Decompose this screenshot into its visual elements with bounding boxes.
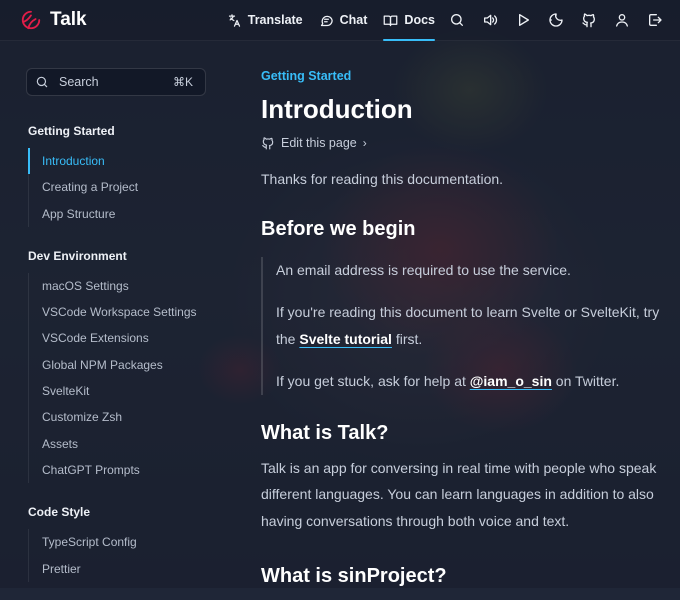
account-button[interactable] — [611, 0, 633, 40]
intro-text: Thanks for reading this documentation. — [261, 171, 504, 187]
sidebar-item-app-structure[interactable]: App Structure — [28, 201, 228, 227]
search-button[interactable] — [446, 0, 468, 40]
sidebar-item-vscode-extensions[interactable]: VSCode Extensions — [28, 325, 228, 351]
search-placeholder: Search — [59, 75, 99, 89]
logout-icon — [649, 14, 662, 26]
sidebar-group-code-style: Code Style TypeScript Config Prettier — [28, 501, 228, 582]
user-icon — [616, 14, 628, 27]
book-icon — [384, 15, 398, 26]
sidebar-group-title: Dev Environment — [28, 248, 127, 263]
sidebar-item-typescript-config[interactable]: TypeScript Config — [28, 529, 228, 555]
top-header: Talk Translate Chat Docs — [0, 0, 680, 41]
edit-page-label: Edit this page — [281, 136, 357, 150]
sidebar-item-customize-zsh[interactable]: Customize Zsh — [28, 404, 228, 430]
sidebar: Getting Started Introduction Creating a … — [28, 120, 228, 600]
quote-line-help: If you get stuck, ask for help at @iam_o… — [276, 368, 661, 395]
sidebar-item-macos-settings[interactable]: macOS Settings — [28, 273, 228, 299]
sidebar-group-title: Code Style — [28, 505, 91, 520]
nav-docs[interactable]: Docs — [383, 0, 435, 41]
sidebar-item-list: macOS Settings VSCode Workspace Settings… — [28, 272, 228, 484]
logo-mark — [21, 10, 41, 30]
top-nav: Translate Chat Docs — [211, 0, 666, 41]
twitter-handle-link[interactable]: @iam_o_sin — [470, 373, 552, 389]
quote-line-email: An email address is required to use the … — [276, 262, 571, 278]
nav-translate[interactable]: Translate — [227, 0, 303, 40]
nav-chat-label: Chat — [339, 13, 368, 27]
section-eyebrow: Getting Started — [261, 69, 352, 83]
speaker-button[interactable] — [479, 0, 501, 40]
sidebar-item-vscode-workspace-settings[interactable]: VSCode Workspace Settings — [28, 299, 228, 325]
moon-icon — [549, 13, 563, 27]
quote-line-tutorial: If you're reading this document to learn… — [276, 299, 661, 353]
svelte-tutorial-link[interactable]: Svelte tutorial — [299, 331, 392, 347]
github-button[interactable] — [578, 0, 600, 40]
logo-link[interactable]: Talk — [20, 9, 87, 31]
heading-what-is-sinproject: What is sinProject? — [261, 564, 447, 587]
sidebar-item-global-npm-packages[interactable]: Global NPM Packages — [28, 352, 228, 378]
github-icon — [262, 137, 274, 150]
sidebar-item-sveltekit[interactable]: SvelteKit — [28, 378, 228, 404]
main-content: Getting Started Introduction Edit this p… — [261, 66, 661, 590]
quote-text: first. — [391, 331, 423, 347]
quote-text: on Twitter. — [551, 373, 620, 389]
quote-text: If you get stuck, ask for help at — [276, 373, 470, 389]
chevron-right-icon: › — [362, 136, 367, 150]
app-name: Talk — [50, 9, 87, 30]
nav-docs-label: Docs — [404, 13, 435, 27]
nav-translate-label: Translate — [247, 13, 303, 27]
heading-what-is-talk: What is Talk? — [261, 422, 389, 444]
blockquote: An email address is required to use the … — [261, 257, 661, 395]
page-title: Introduction — [261, 94, 413, 124]
search-shortcut: ⌘K — [172, 75, 193, 89]
sidebar-item-introduction[interactable]: Introduction — [28, 148, 228, 175]
sidebar-item-creating-a-project[interactable]: Creating a Project — [28, 174, 228, 200]
search-icon — [451, 14, 463, 26]
logout-button[interactable] — [644, 0, 666, 40]
translate-icon — [228, 13, 240, 27]
play-icon — [519, 14, 529, 26]
sidebar-item-chatgpt-prompts[interactable]: ChatGPT Prompts — [28, 457, 228, 483]
speaker-icon — [484, 14, 498, 26]
github-icon — [582, 13, 595, 28]
sidebar-item-assets[interactable]: Assets — [28, 431, 228, 457]
what-is-talk-text: Talk is an app for conversing in real ti… — [261, 460, 657, 529]
nav-chat[interactable]: Chat — [319, 0, 368, 40]
sidebar-item-list: TypeScript Config Prettier — [28, 529, 228, 582]
chat-icon — [320, 15, 333, 26]
edit-page-link[interactable]: Edit this page › — [261, 134, 661, 152]
play-button[interactable] — [512, 0, 534, 40]
sidebar-group-title: Getting Started — [28, 124, 115, 138]
search-icon — [36, 76, 48, 88]
sidebar-group-dev-environment: Dev Environment macOS Settings VSCode Wo… — [28, 245, 228, 484]
heading-before-we-begin: Before we begin — [261, 218, 416, 240]
sidebar-item-prettier[interactable]: Prettier — [28, 556, 228, 582]
sidebar-group-getting-started: Getting Started Introduction Creating a … — [28, 120, 228, 227]
sidebar-item-list: Introduction Creating a Project App Stru… — [28, 148, 228, 227]
theme-toggle[interactable] — [545, 0, 567, 40]
search-input[interactable]: Search ⌘K — [26, 68, 206, 96]
